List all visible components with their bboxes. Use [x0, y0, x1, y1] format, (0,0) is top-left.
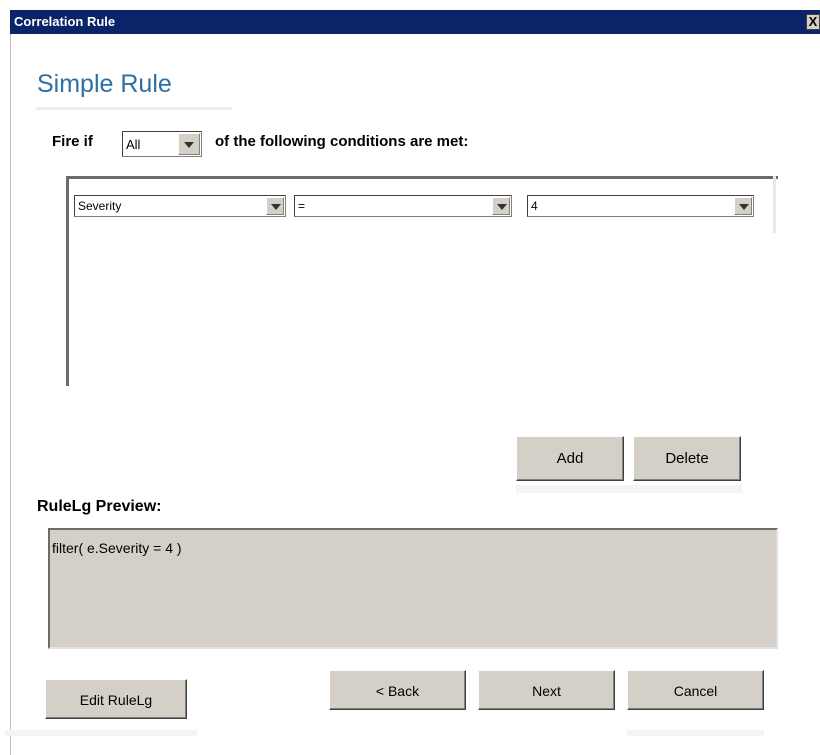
next-button-label: Next	[532, 683, 561, 699]
match-mode-value: All	[126, 137, 141, 152]
title-underline	[36, 107, 232, 110]
match-mode-select[interactable]: All	[122, 131, 202, 157]
add-button-label: Add	[556, 450, 584, 467]
button-row-shadow	[516, 485, 742, 493]
chevron-down-icon[interactable]	[178, 133, 200, 155]
back-button-label: < Back	[375, 683, 420, 699]
bottom-right-strip	[627, 730, 764, 736]
delete-button-label: Delete	[665, 450, 709, 467]
delete-button[interactable]: Delete	[633, 436, 741, 481]
add-button[interactable]: Add	[516, 436, 624, 481]
chevron-down-icon[interactable]	[734, 197, 752, 215]
rulelg-preview-text: filter( e.Severity = 4 )	[52, 540, 182, 556]
condition-operator-select[interactable]: =	[294, 195, 512, 217]
bottom-left-strip	[5, 730, 197, 736]
window-title: Correlation Rule	[14, 14, 116, 29]
condition-field-select[interactable]: Severity	[74, 195, 286, 217]
edit-rulelg-button[interactable]: Edit RuleLg	[45, 679, 187, 719]
cancel-button-label: Cancel	[673, 683, 718, 699]
title-bar: Correlation Rule	[10, 10, 820, 34]
condition-value-select[interactable]: 4	[527, 195, 754, 217]
window-left-border	[10, 34, 11, 755]
close-glyph: X	[808, 14, 818, 29]
rulelg-preview-box: filter( e.Severity = 4 )	[48, 528, 778, 649]
conditions-scroll-edge	[773, 176, 776, 233]
fire-prefix-label: Fire if	[52, 133, 93, 150]
cancel-button[interactable]: Cancel	[627, 670, 764, 710]
condition-field-value: Severity	[78, 199, 122, 213]
chevron-down-icon[interactable]	[266, 197, 284, 215]
back-button[interactable]: < Back	[329, 670, 466, 710]
condition-value-value: 4	[531, 199, 538, 213]
page-title: Simple Rule	[37, 70, 172, 98]
preview-label: RuleLg Preview:	[37, 498, 162, 515]
close-icon[interactable]: X	[806, 14, 820, 30]
fire-suffix-label: of the following conditions are met:	[215, 133, 469, 150]
chevron-down-icon[interactable]	[492, 197, 510, 215]
edit-rulelg-label: Edit RuleLg	[79, 692, 153, 708]
condition-operator-value: =	[298, 199, 306, 213]
next-button[interactable]: Next	[478, 670, 615, 710]
